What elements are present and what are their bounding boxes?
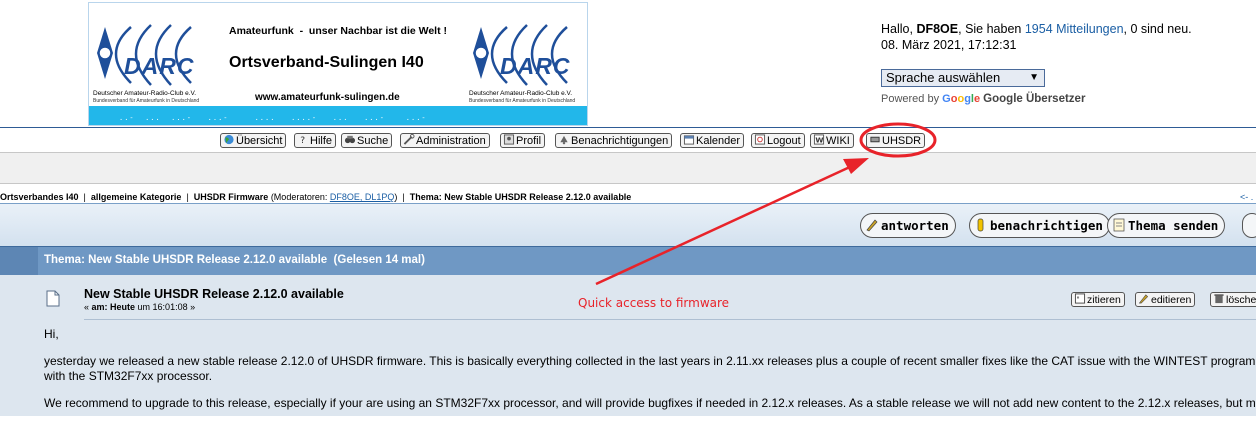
- nav-administration[interactable]: Administration: [400, 133, 490, 148]
- topic-action-bar: antworten benachrichtigen Thema senden: [0, 203, 1256, 246]
- user-info: Hallo, DF8OE, Sie haben 1954 Mitteilunge…: [881, 22, 1192, 52]
- topic-header-bar: Thema: New Stable UHSDR Release 2.12.0 a…: [0, 246, 1256, 276]
- bell-icon: [560, 135, 568, 145]
- svg-text:": ": [1076, 294, 1079, 303]
- language-select[interactable]: Sprache auswählen ▼: [881, 69, 1045, 87]
- nav-notifications[interactable]: Benachrichtigungen: [555, 133, 673, 148]
- divider: [84, 319, 1256, 320]
- post-title[interactable]: New Stable UHSDR Release 2.12.0 availabl…: [84, 287, 344, 301]
- breadcrumb-category[interactable]: allgemeine Kategorie: [91, 192, 182, 202]
- pencil-icon: [866, 219, 878, 232]
- sub-toolbar: [0, 152, 1256, 184]
- breadcrumb-board[interactable]: Ortsverbandes I40: [0, 192, 79, 202]
- nav-help[interactable]: ? Hilfe: [294, 133, 337, 148]
- username: DF8OE: [916, 22, 959, 36]
- svg-text:W: W: [815, 136, 823, 145]
- moderators-link[interactable]: DF8OE, DL1PQ: [330, 192, 395, 202]
- tools-icon: [403, 134, 415, 145]
- trash-icon: [1214, 294, 1224, 304]
- svg-text:?: ?: [300, 135, 305, 145]
- nav-profile[interactable]: Profil: [500, 133, 546, 148]
- annotation-label: Quick access to firmware: [578, 296, 730, 310]
- previous-next-link[interactable]: <- .: [1240, 192, 1253, 202]
- nav-overview[interactable]: Übersicht: [220, 133, 287, 148]
- post-date: « am: Heute um 16:01:08 »: [84, 302, 196, 312]
- quote-button[interactable]: " zitieren: [1071, 292, 1125, 307]
- binoculars-icon: [344, 135, 356, 144]
- breadcrumb-forum[interactable]: UHSDR Firmware: [194, 192, 269, 202]
- nav-uhsdr[interactable]: UHSDR: [866, 133, 926, 148]
- notify-button[interactable]: benachrichtigen: [969, 213, 1110, 238]
- quote-icon: ": [1074, 293, 1086, 304]
- pencil-icon: [1138, 294, 1149, 304]
- delete-button[interactable]: lösche: [1210, 292, 1256, 307]
- document-icon: [1113, 218, 1125, 232]
- more-button[interactable]: [1242, 213, 1256, 238]
- darc-logo-right: DARC Deutscher Amateur-Radio-Club e.V. B…: [467, 17, 587, 107]
- post-body: Hi, yesterday we released a new stable r…: [44, 327, 1256, 410]
- page-header: DARC Deutscher Amateur-Radio-Club e.V. B…: [0, 0, 1256, 127]
- topic-title: Thema: New Stable UHSDR Release 2.12.0 a…: [44, 254, 425, 266]
- google-translate-link[interactable]: Google Übersetzer: [983, 93, 1085, 105]
- calendar-icon: [683, 135, 695, 145]
- banner-title: Ortsverband-Sulingen I40: [229, 54, 424, 71]
- banner-url: www.amateurfunk-sulingen.de: [255, 92, 400, 103]
- nav-search[interactable]: Suche: [341, 133, 393, 148]
- chip-icon: [870, 136, 880, 143]
- globe-icon: [224, 134, 234, 145]
- main-nav: Übersicht ? Hilfe Suche Administration Pr…: [0, 127, 1256, 153]
- logout-icon: [754, 134, 766, 145]
- club-banner[interactable]: DARC Deutscher Amateur-Radio-Club e.V. B…: [88, 2, 588, 126]
- breadcrumb: Ortsverbandes I40 | allgemeine Kategorie…: [0, 192, 632, 202]
- morse-dots: ..- ... ...- ...- .... ....- ... ...- ..…: [119, 114, 427, 122]
- reply-button[interactable]: antworten: [860, 213, 956, 238]
- send-topic-button[interactable]: Thema senden: [1107, 213, 1226, 238]
- messages-link[interactable]: 1954 Mitteilungen: [1025, 22, 1124, 36]
- current-datetime: 08. März 2021, 17:12:31: [881, 38, 1017, 52]
- darc-logo-left: DARC Deutscher Amateur-Radio-Club e.V. B…: [91, 17, 211, 107]
- chevron-down-icon: ▼: [1029, 72, 1039, 83]
- document-icon: [46, 290, 60, 307]
- pencil-yellow-icon: [977, 218, 984, 232]
- wiki-icon: W: [813, 134, 825, 145]
- profile-icon: [503, 134, 515, 145]
- banner-tagline: Amateurfunk - unser Nachbar ist die Welt…: [229, 25, 448, 37]
- nav-wiki[interactable]: W WIKI: [810, 133, 854, 148]
- nav-calendar[interactable]: Kalender: [680, 133, 745, 148]
- powered-by-google: Powered by Google Google Übersetzer: [881, 93, 1086, 105]
- nav-logout[interactable]: Logout: [751, 133, 805, 148]
- edit-button[interactable]: editieren: [1135, 292, 1196, 307]
- breadcrumb-topic[interactable]: Thema: New Stable UHSDR Release 2.12.0 a…: [410, 192, 632, 202]
- question-icon: ?: [300, 135, 305, 145]
